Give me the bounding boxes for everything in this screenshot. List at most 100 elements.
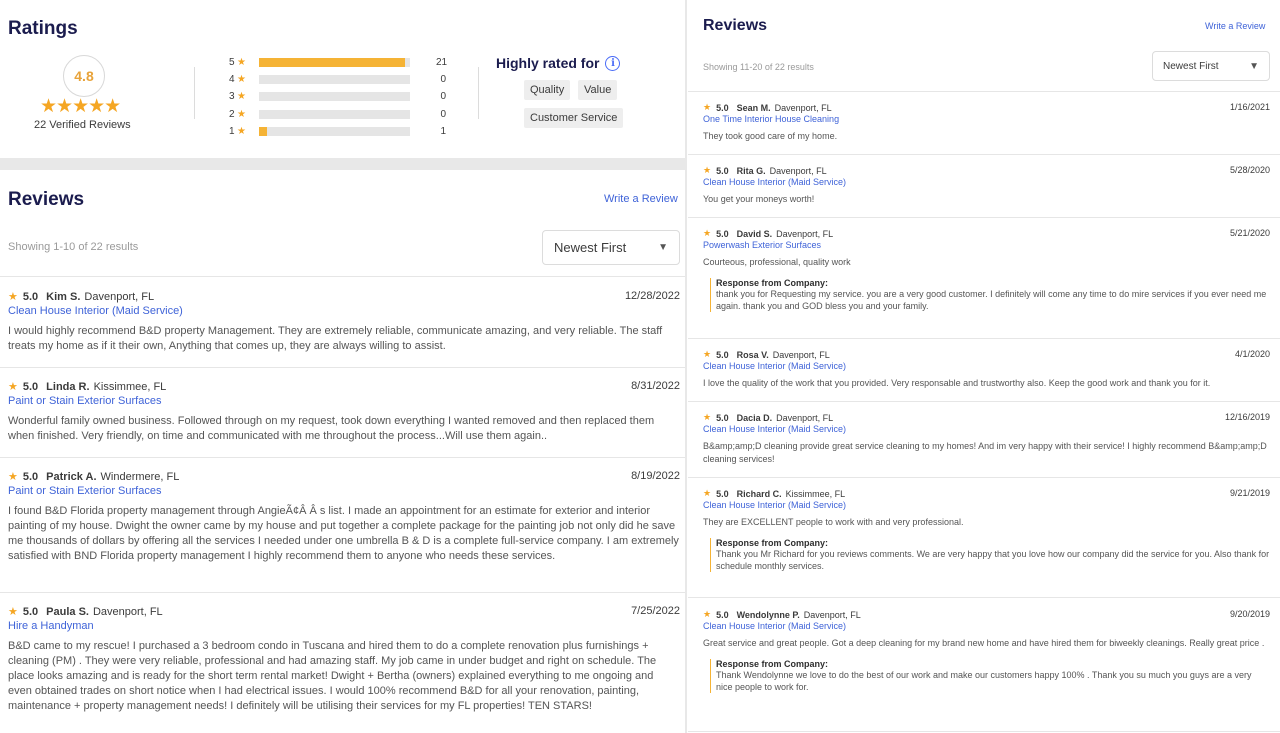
response-text: Thank you Mr Richard for you reviews com… (716, 549, 1270, 571)
panel-divider (685, 0, 687, 733)
sort-select[interactable]: Newest First ▼ (1152, 51, 1270, 81)
reviewer-location: Davenport, FL (772, 349, 830, 360)
rating-bar-1: 1 ★ 1 (229, 124, 446, 138)
write-review-link[interactable]: Write a Review (604, 193, 678, 205)
rating-bar-5: 5 ★ 21 (229, 55, 447, 69)
review-date: 5/28/2020 (1229, 165, 1270, 175)
review-score: 5.0 (716, 349, 729, 360)
star-icon: ★ (8, 471, 18, 483)
review-score: 5.0 (716, 228, 729, 239)
review-service-link[interactable]: Clean House Interior (Maid Service) (703, 177, 1270, 187)
review-date: 7/25/2022 (631, 605, 680, 617)
response-text: Thank Wendolynne we love to do the best … (716, 670, 1252, 692)
bar-track (259, 109, 410, 119)
review-header: ★ 5.0 Kim S. Davenport, FL (8, 290, 680, 304)
reviews-title: Reviews (8, 189, 85, 210)
review-text: Wonderful family owned business. Followe… (8, 415, 655, 442)
review-item: ★ 5.0 David S. Davenport, FL 5/21/2020 P… (703, 228, 1270, 312)
star-icon: ★ (703, 412, 712, 422)
review-item: ★ 5.0 Richard C. Kissimmee, FL 9/21/2019… (703, 488, 1270, 572)
bar-count: 0 (440, 108, 446, 120)
bar-star-label: 5 (229, 56, 235, 68)
review-date: 12/28/2022 (624, 290, 680, 302)
info-icon[interactable]: i (605, 55, 621, 71)
divider (0, 276, 685, 277)
divider (0, 592, 685, 593)
reviewer-location: Kissimmee, FL (785, 488, 846, 499)
review-service-link[interactable]: Powerwash Exterior Surfaces (703, 240, 1270, 250)
reviewer-location: Davenport, FL (803, 609, 861, 620)
review-item: ★ 5.0 Paula S. Davenport, FL 7/25/2022 H… (8, 605, 680, 714)
star-icon: ★ (237, 125, 246, 137)
reviewer-location: Davenport, FL (776, 412, 834, 423)
divider (688, 401, 1280, 402)
average-stars-icon: ★★★★★ (40, 96, 121, 117)
star-icon: ★ (703, 488, 712, 498)
review-service-link[interactable]: Hire a Handyman (8, 620, 680, 632)
bar-star-label: 4 (229, 73, 235, 85)
response-text: thank you for Requesting my service. you… (716, 289, 1267, 311)
right-panel: Reviews Write a Review Showing 11-20 of … (688, 0, 1280, 733)
review-score: 5.0 (22, 605, 39, 618)
review-item: ★ 5.0 Linda R. Kissimmee, FL 8/31/2022 P… (8, 380, 680, 444)
review-header: ★ 5.0 Richard C. Kissimmee, FL (703, 488, 1270, 499)
bar-star-label: 2 (229, 108, 235, 120)
tag-customer-service: Customer Service (524, 108, 624, 128)
write-review-link[interactable]: Write a Review (1205, 21, 1265, 31)
section-separator (0, 158, 685, 170)
review-text: They took good care of my home. (703, 131, 838, 141)
star-icon: ★ (237, 108, 246, 120)
bar-track (259, 126, 410, 136)
reviewer-name: Sean M. (736, 102, 771, 113)
bar-star-label: 1 (229, 125, 235, 137)
company-response: Response from Company: Thank Wendolynne … (710, 659, 1270, 693)
reviewer-name: Paula S. (46, 605, 89, 618)
sort-value: Newest First (554, 240, 627, 255)
review-header: ★ 5.0 Dacia D. Davenport, FL (703, 412, 1270, 423)
average-score: 4.8 (63, 55, 105, 97)
review-service-link[interactable]: Clean House Interior (Maid Service) (8, 305, 680, 317)
review-header: ★ 5.0 Rosa V. Davenport, FL (703, 349, 1270, 360)
divider (688, 731, 1280, 732)
review-header: ★ 5.0 Rita G. Davenport, FL (703, 165, 1270, 176)
review-service-link[interactable]: Clean House Interior (Maid Service) (703, 361, 1270, 371)
review-header: ★ 5.0 David S. Davenport, FL (703, 228, 1270, 239)
company-response: Response from Company: Thank you Mr Rich… (710, 538, 1270, 572)
divider (688, 477, 1280, 478)
review-date: 5/21/2020 (1229, 228, 1270, 238)
review-item: ★ 5.0 Kim S. Davenport, FL 12/28/2022 Cl… (8, 290, 680, 354)
review-date: 9/20/2019 (1229, 609, 1270, 619)
reviewer-name: Wendolynne P. (736, 609, 800, 620)
star-icon: ★ (703, 609, 712, 619)
review-text: Courteous, professional, quality work (703, 257, 851, 267)
review-item: ★ 5.0 Sean M. Davenport, FL 1/16/2021 On… (703, 102, 1270, 143)
review-service-link[interactable]: Paint or Stain Exterior Surfaces (8, 395, 680, 407)
sort-value: Newest First (1163, 60, 1219, 72)
divider (194, 67, 195, 119)
review-date: 1/16/2021 (1229, 102, 1270, 112)
review-item: ★ 5.0 Rita G. Davenport, FL 5/28/2020 Cl… (703, 165, 1270, 206)
review-score: 5.0 (22, 380, 39, 393)
review-service-link[interactable]: Clean House Interior (Maid Service) (703, 500, 1270, 510)
review-service-link[interactable]: Clean House Interior (Maid Service) (703, 621, 1270, 631)
review-text: I love the quality of the work that you … (703, 378, 1211, 388)
reviewer-location: Davenport, FL (769, 165, 827, 176)
verified-reviews-count: 22 Verified Reviews (34, 119, 131, 131)
divider (478, 67, 479, 119)
review-date: 4/1/2020 (1234, 349, 1270, 359)
divider (688, 154, 1280, 155)
sort-select[interactable]: Newest First ▼ (542, 230, 680, 265)
review-header: ★ 5.0 Patrick A. Windermere, FL (8, 470, 680, 484)
star-icon: ★ (237, 90, 246, 102)
divider (688, 217, 1280, 218)
star-icon: ★ (703, 228, 712, 238)
review-service-link[interactable]: Paint or Stain Exterior Surfaces (8, 485, 680, 497)
review-text: You get your moneys worth! (703, 194, 815, 204)
review-date: 8/31/2022 (631, 380, 680, 392)
bar-track (259, 57, 410, 67)
review-score: 5.0 (716, 165, 729, 176)
review-service-link[interactable]: Clean House Interior (Maid Service) (703, 424, 1270, 434)
review-service-link[interactable]: One Time Interior House Cleaning (703, 114, 1270, 124)
review-text: I would highly recommend B&D property Ma… (8, 325, 663, 352)
review-header: ★ 5.0 Wendolynne P. Davenport, FL (703, 609, 1270, 620)
